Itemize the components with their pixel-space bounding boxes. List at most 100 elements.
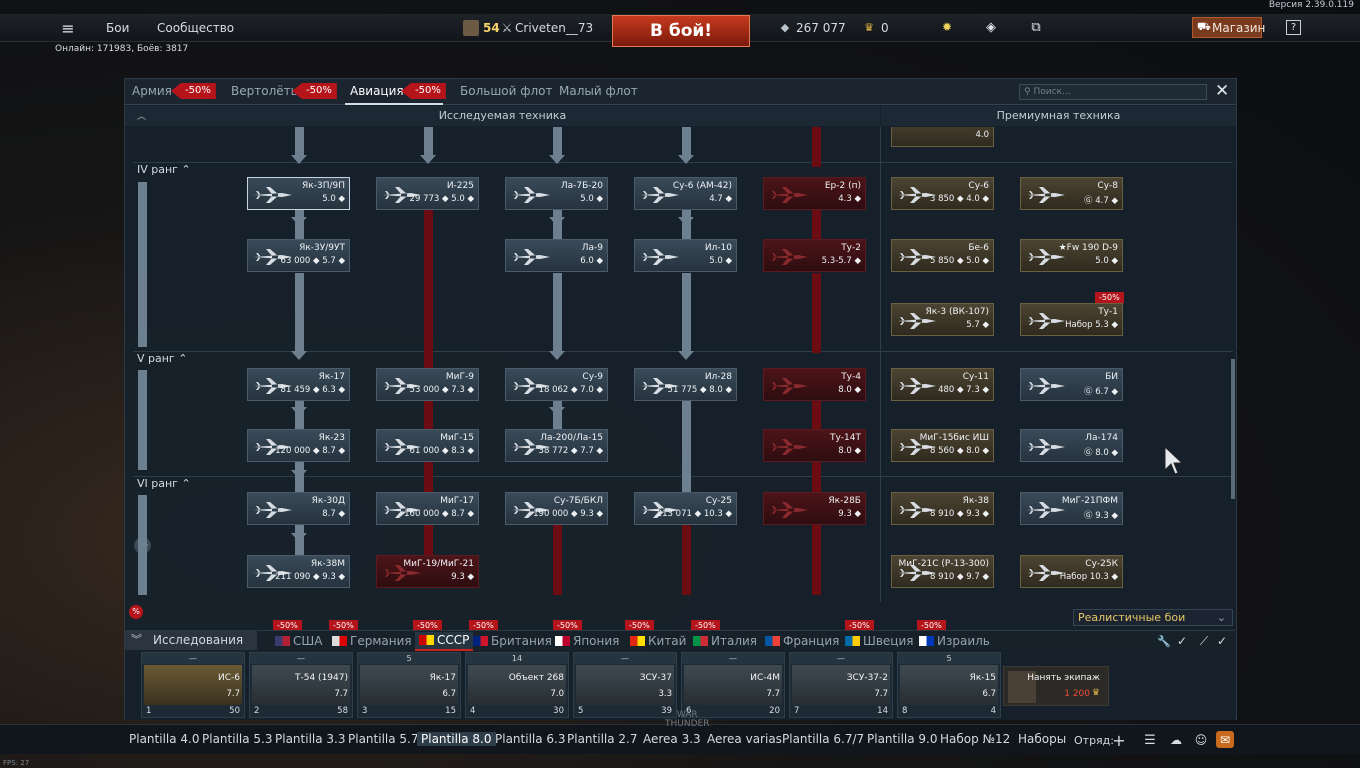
preset-tab[interactable]: Aerea 3.3: [643, 732, 701, 746]
nation-tab[interactable]: Италия: [693, 634, 757, 648]
nation-tab[interactable]: Израиль: [919, 634, 990, 648]
aircraft-card[interactable]: Ту-2 5.3-5.7 ◆: [763, 239, 866, 272]
list-icon[interactable]: ☰: [1142, 732, 1158, 748]
research-tab[interactable]: ︾ Исследования: [125, 631, 257, 650]
aircraft-card[interactable]: МиГ-9 53 000 ◆ 7.3 ◆: [376, 368, 479, 401]
chevron-up-icon[interactable]: ⌃: [181, 477, 190, 490]
aircraft-card[interactable]: Ту-1 Набор 5.3 ◆: [1020, 303, 1123, 336]
aircraft-card[interactable]: Су-8 Ⓖ 4.7 ◆: [1020, 177, 1123, 210]
chevron-up-icon[interactable]: ⌃: [178, 352, 187, 365]
aircraft-card[interactable]: МиГ-21ПФМ Ⓖ 9.3 ◆: [1020, 492, 1123, 525]
aircraft-card[interactable]: Су-6 3 850 ◆ 4.0 ◆: [891, 177, 994, 210]
crew-slot[interactable]: 5 Як-17 6.7 3 15: [357, 652, 461, 718]
gold-balance[interactable]: 0: [881, 21, 889, 35]
nation-tab[interactable]: Франция: [765, 634, 839, 648]
aircraft-card[interactable]: Ер-2 (п) 4.3 ◆: [763, 177, 866, 210]
aircraft-card[interactable]: МиГ-15 61 000 ◆ 8.3 ◆: [376, 429, 479, 462]
ticket-icon[interactable]: ⧉: [1028, 20, 1044, 35]
aircraft-card[interactable]: Ту-4 8.0 ◆: [763, 368, 866, 401]
preset-tab[interactable]: Наборы: [1018, 732, 1066, 746]
aircraft-card[interactable]: Су-25 213 071 ◆ 10.3 ◆: [634, 492, 737, 525]
preset-tab[interactable]: Plantilla 5.3: [202, 732, 273, 746]
contacts-icon[interactable]: ☁: [1168, 732, 1184, 748]
checkmark-icon[interactable]: ✓: [1215, 634, 1229, 648]
add-squad-icon[interactable]: +: [1111, 731, 1127, 750]
aircraft-card[interactable]: Су-11 480 ◆ 7.3 ◆: [891, 368, 994, 401]
diamond-icon[interactable]: ◈: [984, 20, 998, 35]
aircraft-card[interactable]: Ла-174 Ⓖ 8.0 ◆: [1020, 429, 1123, 462]
tab-coastal-fleet[interactable]: Малый флот: [559, 84, 638, 98]
aircraft-card[interactable]: И-225 29 773 ◆ 5.0 ◆: [376, 177, 479, 210]
crew-slot[interactable]: 5 Як-15 6.7 8 4: [897, 652, 1001, 718]
crew-slot[interactable]: — ЗСУ-37-2 7.7 7 14: [789, 652, 893, 718]
preset-tab[interactable]: Plantilla 6.3: [495, 732, 566, 746]
tab-aviation[interactable]: Авиация: [350, 84, 404, 98]
nation-tab[interactable]: Китай: [630, 634, 686, 648]
chevron-up-icon[interactable]: ⌃: [181, 163, 190, 176]
crew-slot[interactable]: — ИС-4М 7.7 6 20: [681, 652, 785, 718]
search-input[interactable]: ⚲ Поиск...: [1019, 84, 1207, 100]
aircraft-card[interactable]: Ил-10 5.0 ◆: [634, 239, 737, 272]
preset-tab[interactable]: Aerea varias: [707, 732, 782, 746]
nation-tab[interactable]: Япония: [555, 634, 619, 648]
crew-slot[interactable]: — ИС-6 7.7 1 50: [141, 652, 245, 718]
battles-menu[interactable]: Бои: [106, 21, 129, 35]
nation-tab[interactable]: Швеция: [845, 634, 913, 648]
tab-army[interactable]: Армия: [132, 84, 172, 98]
crew-slot[interactable]: — Т-54 (1947) 7.7 2 58: [249, 652, 353, 718]
aircraft-card[interactable]: Су-25К Набор 10.3 ◆: [1020, 555, 1123, 588]
community-menu[interactable]: Сообщество: [157, 21, 234, 35]
aircraft-card[interactable]: БИ Ⓖ 6.7 ◆: [1020, 368, 1123, 401]
aircraft-card[interactable]: Ту-14Т 8.0 ◆: [763, 429, 866, 462]
shop-button[interactable]: ⛟ Магазин: [1192, 17, 1265, 38]
aircraft-card[interactable]: МиГ-15бис ИШ 8 560 ◆ 8.0 ◆: [891, 429, 994, 462]
aircraft-card[interactable]: Бе-6 5 850 ◆ 5.0 ◆: [891, 239, 994, 272]
player-nick[interactable]: Criveten__73: [515, 21, 593, 35]
auto-repair-icon[interactable]: ⟋: [1197, 634, 1211, 648]
preset-tab[interactable]: Plantilla 6.7/7: [782, 732, 864, 746]
premium-card-partial[interactable]: 4.0: [891, 127, 994, 147]
to-battle-button[interactable]: В бой!: [612, 15, 750, 47]
silver-balance[interactable]: 267 077: [796, 21, 846, 35]
aircraft-card[interactable]: Як-3У/9УТ 63 000 ◆ 5.7 ◆: [247, 239, 350, 272]
crew-slot[interactable]: — ЗСУ-37 3.3 5 39: [573, 652, 677, 718]
help-icon[interactable]: ?: [1286, 20, 1301, 35]
preset-tab[interactable]: Plantilla 9.0: [867, 732, 938, 746]
wrench-icon[interactable]: 🔧: [1157, 634, 1171, 648]
aircraft-card[interactable]: Ла-200/Ла-15 38 772 ◆ 7.7 ◆: [505, 429, 608, 462]
collapse-chevron-icon[interactable]: ︿: [137, 109, 146, 122]
chat-icon[interactable]: ☺: [1193, 732, 1209, 748]
tab-bluewater-fleet[interactable]: Большой флот: [460, 84, 553, 98]
preset-tab[interactable]: Plantilla 2.7: [567, 732, 638, 746]
aircraft-card[interactable]: Як-3 (ВК-107) 5.7 ◆: [891, 303, 994, 336]
tab-helicopters[interactable]: Вертолёты: [231, 84, 300, 98]
preset-tab[interactable]: Plantilla 4.0: [129, 732, 200, 746]
menu-icon[interactable]: ≡: [60, 19, 76, 38]
aircraft-card[interactable]: Су-6 (АМ-42) 4.7 ◆: [634, 177, 737, 210]
aircraft-card[interactable]: МиГ-21С (Р-13-300) 8 910 ◆ 9.7 ◆: [891, 555, 994, 588]
aircraft-card[interactable]: Як-30Д 8.7 ◆: [247, 492, 350, 525]
nation-tab[interactable]: Британия: [473, 634, 552, 648]
lightbulb-icon[interactable]: ✹: [940, 20, 954, 34]
aircraft-card[interactable]: Як-28Б 9.3 ◆: [763, 492, 866, 525]
aircraft-card[interactable]: Як-3П/9П 5.0 ◆: [247, 177, 350, 210]
preset-tab[interactable]: Plantilla 3.3: [275, 732, 346, 746]
preset-tab[interactable]: Набор №12: [940, 732, 1010, 746]
nation-tab[interactable]: США: [275, 634, 322, 648]
aircraft-card[interactable]: Як-23 120 000 ◆ 8.7 ◆: [247, 429, 350, 462]
mail-icon[interactable]: ✉: [1216, 731, 1234, 748]
hire-crew-button[interactable]: Нанять экипаж 1 200 ♛: [1003, 666, 1109, 706]
aircraft-card[interactable]: Ил-28 51 775 ◆ 8.0 ◆: [634, 368, 737, 401]
nation-tab[interactable]: Германия: [332, 634, 412, 648]
aircraft-card[interactable]: ★Fw 190 D-9 5.0 ◆: [1020, 239, 1123, 272]
aircraft-card[interactable]: Су-7Б/БКЛ 190 000 ◆ 9.3 ◆: [505, 492, 608, 525]
preset-tab[interactable]: Plantilla 8.0: [417, 732, 496, 746]
aircraft-card[interactable]: Ла-7Б-20 5.0 ◆: [505, 177, 608, 210]
nation-tab[interactable]: СССР: [415, 632, 474, 651]
aircraft-card[interactable]: Су-9 18 062 ◆ 7.0 ◆: [505, 368, 608, 401]
preset-tab[interactable]: Plantilla 5.7: [348, 732, 419, 746]
aircraft-card[interactable]: Як-38М 211 090 ◆ 9.3 ◆: [247, 555, 350, 588]
aircraft-card[interactable]: Як-38 8 910 ◆ 9.3 ◆: [891, 492, 994, 525]
checkmark-icon[interactable]: ✓: [1175, 634, 1189, 648]
aircraft-card[interactable]: Як-17 81 459 ◆ 6.3 ◆: [247, 368, 350, 401]
